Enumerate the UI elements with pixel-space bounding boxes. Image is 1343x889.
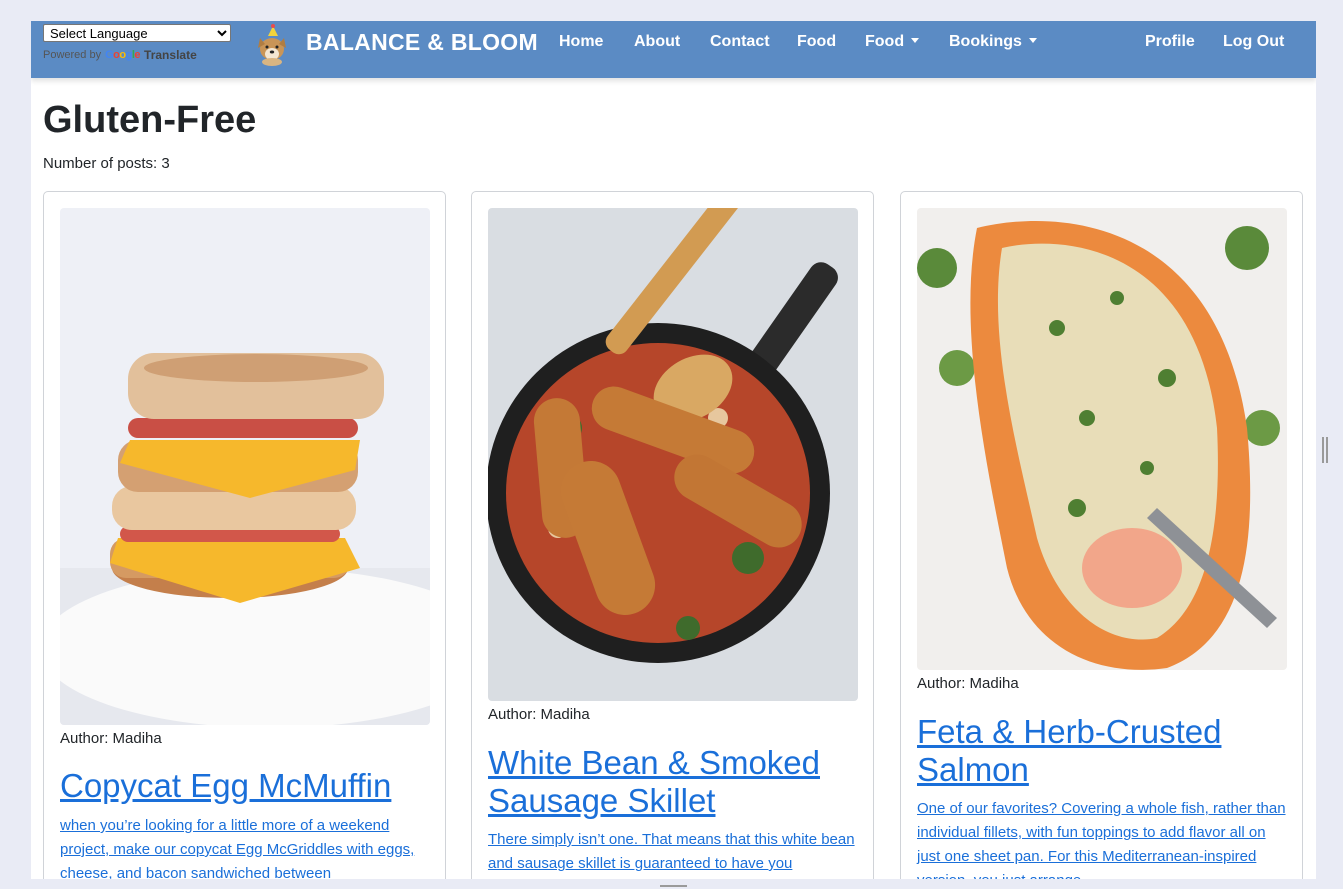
- translate-link[interactable]: Translate: [144, 48, 197, 62]
- language-select[interactable]: Select Language: [43, 24, 231, 42]
- post-author: Author: Madiha: [488, 706, 590, 723]
- post-title-link[interactable]: Copycat Egg McMuffin: [60, 767, 430, 805]
- nav-bookings-dropdown-label: Bookings: [949, 33, 1022, 50]
- caret-down-icon: [1028, 38, 1037, 43]
- nav-food-dropdown[interactable]: Food: [865, 33, 920, 51]
- nav-contact[interactable]: Contact: [710, 33, 770, 51]
- sausage-skillet-photo[interactable]: [488, 208, 858, 701]
- brand-name[interactable]: BALANCE & BLOOM: [306, 29, 538, 56]
- horizontal-scroll-handle[interactable]: [660, 885, 687, 887]
- powered-by-text: Powered by: [43, 49, 102, 61]
- google-logo: Google: [105, 49, 141, 61]
- post-card: Author: Madiha Copycat Egg McMuffin when…: [43, 191, 446, 879]
- post-author: Author: Madiha: [917, 675, 1019, 692]
- post-title-link[interactable]: Feta & Herb-Crusted Salmon: [917, 713, 1287, 789]
- post-excerpt-link[interactable]: when you’re looking for a little more of…: [60, 814, 430, 879]
- page-container: Select Language Powered by Google Transl…: [31, 21, 1316, 879]
- post-excerpt-link[interactable]: One of our favorites? Covering a whole f…: [917, 797, 1287, 879]
- vertical-scroll-handle[interactable]: [1322, 437, 1328, 463]
- google-translate-attribution: Powered by Google Translate: [43, 48, 197, 62]
- nav-profile[interactable]: Profile: [1145, 33, 1195, 51]
- post-excerpt-link[interactable]: There simply isn’t one. That means that …: [488, 828, 858, 876]
- post-card: Author: Madiha Feta & Herb-Crusted Salmo…: [900, 191, 1303, 879]
- bottom-scroll-area: [31, 879, 1316, 889]
- post-card: Author: Madiha White Bean & Smoked Sausa…: [471, 191, 874, 879]
- post-author: Author: Madiha: [60, 730, 162, 747]
- post-title-link[interactable]: White Bean & Smoked Sausage Skillet: [488, 744, 858, 820]
- nav-log-out[interactable]: Log Out: [1223, 33, 1284, 51]
- nav-bookings-dropdown[interactable]: Bookings: [949, 33, 1037, 51]
- page-title: Gluten-Free: [43, 99, 257, 141]
- nav-food[interactable]: Food: [797, 33, 836, 51]
- caret-down-icon: [911, 38, 920, 43]
- egg-muffin-sandwich-photo[interactable]: [60, 208, 430, 725]
- herb-crusted-salmon-photo[interactable]: [917, 208, 1287, 670]
- nav-food-dropdown-label: Food: [865, 33, 905, 50]
- navbar: Select Language Powered by Google Transl…: [31, 21, 1316, 78]
- nav-about[interactable]: About: [634, 33, 680, 51]
- post-count: Number of posts: 3: [43, 155, 170, 172]
- dog-with-party-hat-icon[interactable]: [253, 24, 291, 66]
- nav-home[interactable]: Home: [559, 33, 603, 51]
